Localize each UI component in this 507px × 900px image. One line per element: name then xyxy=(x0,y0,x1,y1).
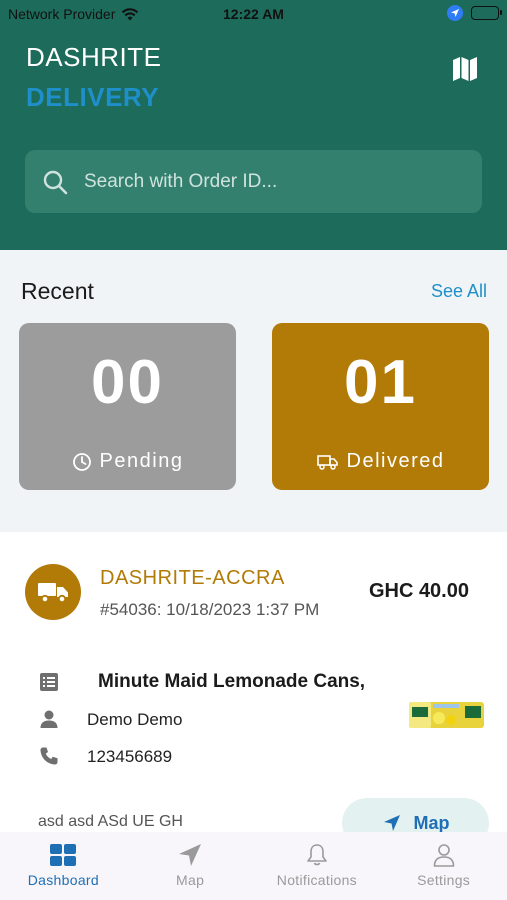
customer-row xyxy=(38,709,60,729)
pending-label: Pending xyxy=(99,450,184,472)
tab-map-label: Map xyxy=(176,872,205,888)
search-input[interactable] xyxy=(84,170,444,193)
header: Network Provider 12:22 AM DASHRITE DELIV… xyxy=(0,0,507,250)
delivered-label: Delivered xyxy=(346,450,445,472)
delivery-address: asd asd ASd UE GH xyxy=(38,813,183,830)
truck-icon xyxy=(316,454,338,470)
search-icon xyxy=(43,170,68,194)
brand-subtitle: DELIVERY xyxy=(26,82,160,112)
tab-notifications-label: Notifications xyxy=(276,872,357,888)
customer-name: Demo Demo xyxy=(87,710,183,729)
recent-title: Recent xyxy=(21,278,94,304)
search-bar[interactable] xyxy=(25,150,482,213)
tab-bar: Dashboard Map Notifications Settings xyxy=(0,832,507,900)
item-row xyxy=(38,672,60,692)
delivered-label-row: Delivered xyxy=(272,450,489,473)
status-right xyxy=(447,5,502,21)
order-avatar xyxy=(25,564,81,620)
product-image xyxy=(409,702,484,728)
tab-dashboard[interactable]: Dashboard xyxy=(0,832,127,900)
delivered-count: 01 xyxy=(344,348,417,417)
map-button-label: Map xyxy=(413,812,450,833)
tab-settings-label: Settings xyxy=(417,872,471,888)
store-name: DASHRITE-ACCRA xyxy=(100,567,285,589)
person-icon xyxy=(433,844,454,867)
item-name: Minute Maid Lemonade Cans, xyxy=(98,671,366,692)
navigation-arrow-icon xyxy=(383,815,400,831)
phone-number[interactable]: 123456689 xyxy=(87,747,172,767)
bell-icon xyxy=(307,844,327,866)
battery-icon xyxy=(471,6,502,20)
clock-icon xyxy=(72,452,91,471)
map-icon[interactable] xyxy=(451,55,479,83)
phone-icon xyxy=(38,746,60,766)
tab-settings[interactable]: Settings xyxy=(380,832,507,900)
order-meta: #54036: 10/18/2023 1:37 PM xyxy=(100,600,320,619)
navigation-icon xyxy=(179,844,202,866)
person-icon xyxy=(38,709,60,729)
status-bar: Network Provider 12:22 AM xyxy=(0,0,507,28)
status-time: 12:22 AM xyxy=(223,6,284,22)
see-all-link[interactable]: See All xyxy=(431,281,487,302)
phone-row xyxy=(38,746,60,766)
order-card[interactable]: DASHRITE-ACCRA #54036: 10/18/2023 1:37 P… xyxy=(0,532,507,848)
delivered-card[interactable]: 01 Delivered xyxy=(272,323,489,490)
pending-label-row: Pending xyxy=(19,450,236,473)
truck-icon xyxy=(38,583,68,604)
pending-count: 00 xyxy=(91,348,164,417)
order-price: GHC 40.00 xyxy=(368,580,469,602)
brand-title: DASHRITE xyxy=(26,42,162,72)
dashboard-icon xyxy=(50,844,77,866)
list-icon xyxy=(38,672,60,692)
location-icon xyxy=(447,5,463,21)
pending-card[interactable]: 00 Pending xyxy=(19,323,236,490)
tab-dashboard-label: Dashboard xyxy=(27,872,99,888)
tab-map[interactable]: Map xyxy=(127,832,254,900)
tab-notifications[interactable]: Notifications xyxy=(254,832,381,900)
